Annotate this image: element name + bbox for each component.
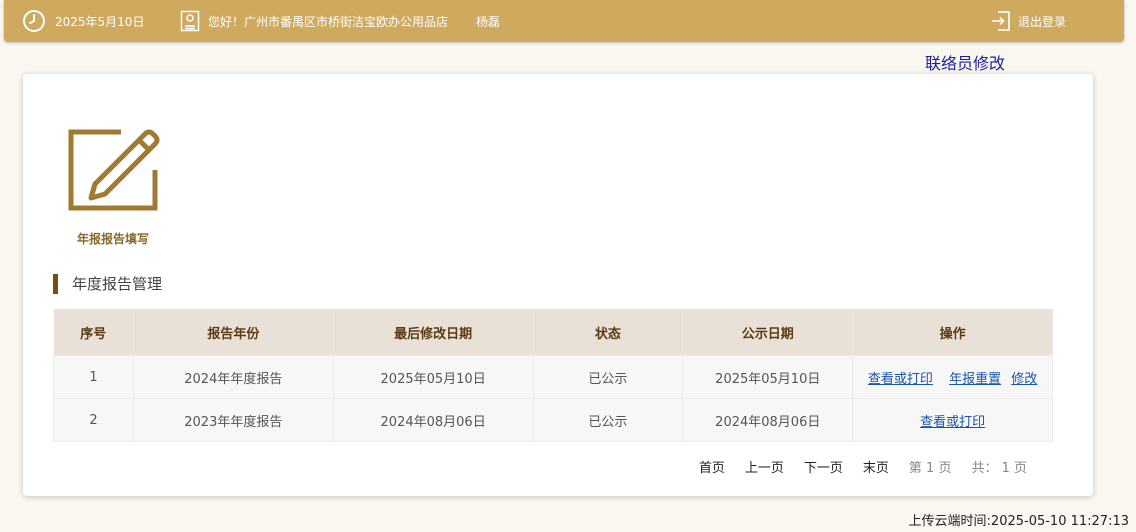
- cell-published: 2024年08月06日: [682, 398, 854, 442]
- cell-ops: 查看或打印 年报重置 修改: [852, 355, 1053, 399]
- annual-report-table: 序号 报告年份 最后修改日期 状态 公示日期 操作 1 2024年年度报告 20…: [53, 309, 1053, 442]
- pager-first[interactable]: 首页: [699, 457, 725, 476]
- logout-button[interactable]: 退出登录: [990, 0, 1066, 42]
- main-card: 年报报告填写 年度报告管理 序号 报告年份 最后修改日期 状态 公示日期 操作 …: [23, 74, 1093, 496]
- clock-icon: [23, 10, 45, 32]
- table-row: 2 2023年年度报告 2024年08月06日 已公示 2024年08月06日 …: [53, 398, 1053, 442]
- col-header-modified: 最后修改日期: [333, 309, 534, 356]
- col-header-published: 公示日期: [682, 309, 854, 356]
- tile-label: 年报报告填写: [76, 232, 149, 246]
- cell-no: 1: [53, 355, 134, 399]
- edit-pencil-icon: [68, 129, 160, 211]
- pager-current: 第 1 页: [908, 461, 952, 476]
- header-greeting: 您好！广州市番禺区市桥街洁宝欧办公用品店: [208, 14, 449, 29]
- header-date-group: 2025年5月10日: [22, 0, 144, 42]
- col-header-status: 状态: [533, 309, 684, 356]
- table-row: 1 2024年年度报告 2025年05月10日 已公示 2025年05月10日 …: [53, 355, 1053, 399]
- col-header-ops: 操作: [852, 309, 1053, 356]
- top-header-bar: 2025年5月10日 您好！广州市番禺区市桥街洁宝欧办公用品店 杨磊 退出登录: [4, 0, 1124, 42]
- contact-person-edit-link[interactable]: 联络员修改: [925, 50, 1005, 74]
- pager-next[interactable]: 下一页: [804, 457, 843, 476]
- cell-year: 2023年年度报告: [132, 398, 334, 442]
- report-reset-link[interactable]: 年报重置: [949, 372, 1001, 387]
- logout-label: 退出登录: [1018, 14, 1067, 29]
- view-print-link[interactable]: 查看或打印: [868, 372, 933, 387]
- view-print-link[interactable]: 查看或打印: [920, 415, 985, 430]
- cell-status: 已公示: [532, 398, 684, 442]
- pager-last[interactable]: 末页: [863, 457, 889, 476]
- header-username: 杨磊: [476, 14, 501, 29]
- cell-modified: 2025年05月10日: [332, 355, 534, 399]
- cell-published: 2025年05月10日: [682, 355, 854, 399]
- pagination: 首页 上一页 下一页 末页 第 1 页 共： 1 页: [679, 457, 1027, 476]
- annual-report-fill-tile[interactable]: 年报报告填写: [53, 124, 173, 247]
- col-header-year: 报告年份: [133, 309, 334, 356]
- cell-ops: 查看或打印: [852, 398, 1053, 442]
- pager-prev[interactable]: 上一页: [745, 457, 784, 476]
- logout-icon: [992, 11, 1010, 31]
- section-title: 年度报告管理: [53, 274, 162, 294]
- header-date: 2025年5月10日: [55, 14, 145, 29]
- cell-modified: 2024年08月06日: [332, 398, 534, 442]
- cell-no: 2: [53, 398, 134, 442]
- upload-time: 上传云端时间:2025-05-10 11:27:13: [908, 514, 1129, 529]
- pager-total: 共： 1 页: [971, 461, 1027, 476]
- table-header-row: 序号 报告年份 最后修改日期 状态 公示日期 操作: [53, 309, 1053, 356]
- header-greeting-group: 您好！广州市番禺区市桥街洁宝欧办公用品店 杨磊: [180, 0, 500, 42]
- col-header-no: 序号: [53, 309, 134, 356]
- modify-link[interactable]: 修改: [1011, 372, 1037, 387]
- id-badge-icon: [180, 10, 200, 32]
- cell-status: 已公示: [532, 355, 684, 399]
- cell-year: 2024年年度报告: [132, 355, 334, 399]
